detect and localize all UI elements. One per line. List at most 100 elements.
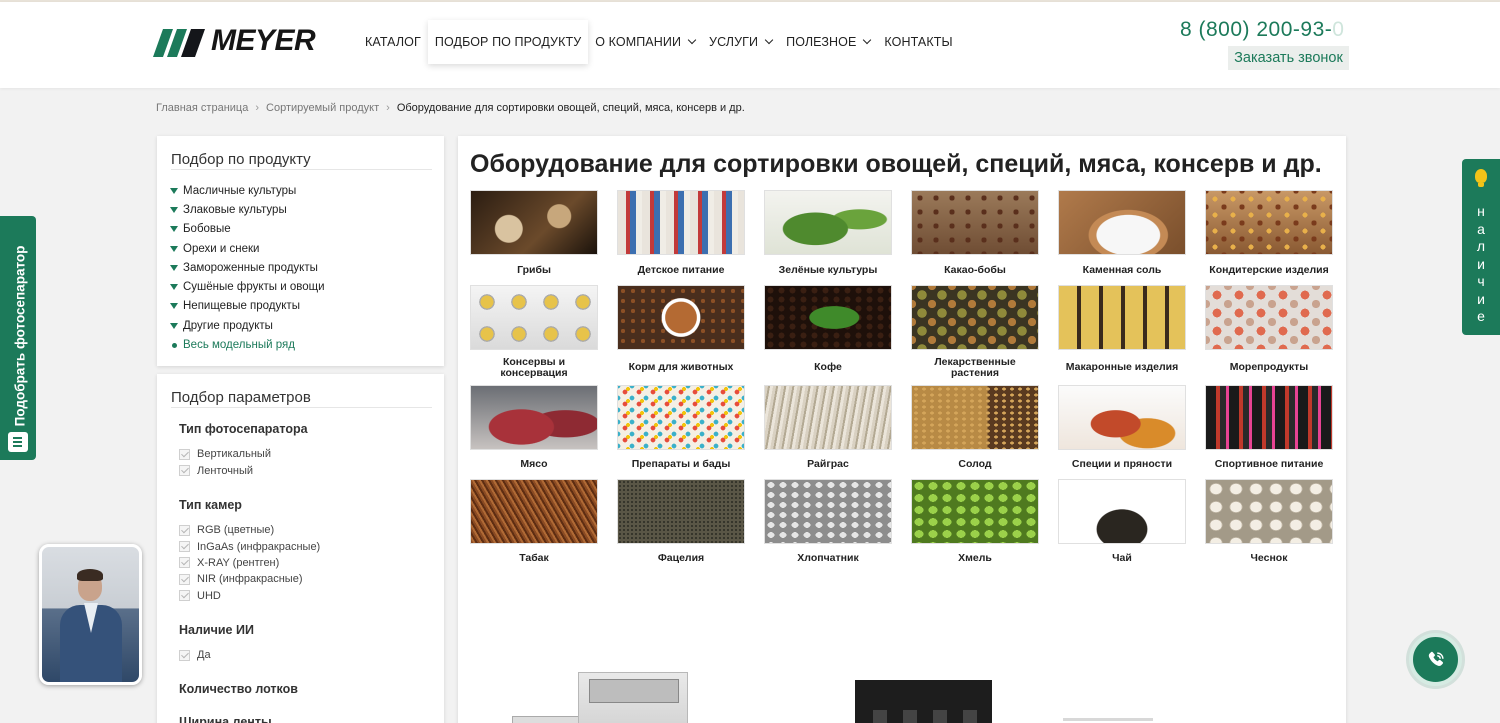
category-item[interactable]: Злаковые культуры (170, 200, 325, 219)
sorter-machine-image[interactable] (578, 672, 688, 723)
triangle-down-icon (170, 322, 178, 329)
product-label: Хлопчатник (797, 552, 859, 564)
category-label: Замороженные продукты (183, 261, 318, 274)
param-group-title: Тип камер (179, 498, 242, 512)
filter-option[interactable]: NIR (инфракрасные) (179, 571, 320, 587)
filter-option[interactable]: RGB (цветные) (179, 522, 320, 538)
lightbulb-icon (1475, 169, 1487, 187)
category-item[interactable]: Сушёные фрукты и овощи (170, 277, 325, 296)
category-item[interactable]: Непищевые продукты (170, 297, 325, 316)
checkbox[interactable] (179, 465, 190, 477)
product-tile-mushrooms[interactable]: Грибы (470, 190, 598, 285)
checkbox[interactable] (179, 649, 190, 661)
checkbox[interactable] (179, 557, 190, 569)
phone-fade: 0 (1332, 18, 1345, 41)
product-tile-rock-salt[interactable]: Каменная соль (1058, 190, 1186, 285)
checkbox[interactable] (179, 524, 190, 536)
breadcrumb-link-home[interactable]: Главная страница (156, 102, 248, 114)
param-group-title[interactable]: Ширина ленты (179, 715, 272, 723)
category-item[interactable]: Масличные культуры (170, 181, 325, 200)
category-item[interactable]: Бобовые (170, 220, 325, 239)
category-list: Масличные культуры Злаковые культуры Боб… (170, 181, 325, 355)
filter-option[interactable]: Да (179, 647, 254, 663)
sorter-machine-image[interactable] (512, 716, 582, 723)
product-label: Макаронные изделия (1065, 361, 1179, 373)
nav-contacts[interactable]: КОНТАКТЫ (877, 20, 959, 64)
checkbox[interactable] (179, 590, 190, 602)
divider (171, 407, 432, 408)
product-tile-coffee[interactable]: Кофе (764, 285, 892, 385)
product-grid: Грибы Детское питание Зелёные культуры К… (470, 190, 1333, 573)
breadcrumb: Главная страница › Сортируемый продукт ›… (156, 102, 745, 114)
product-tile-cotton[interactable]: Хлопчатник (764, 479, 892, 573)
product-tile-sports-nutrition[interactable]: Спортивное питание (1205, 385, 1333, 479)
product-tile-confectionery[interactable]: Кондитерские изделия (1205, 190, 1333, 285)
nav-product-selection[interactable]: ПОДБОР ПО ПРОДУКТУ (427, 20, 589, 64)
product-image (911, 479, 1039, 544)
product-filter-panel: Подбор по продукту Масличные культуры Зл… (157, 136, 444, 366)
filter-option[interactable]: UHD (179, 588, 320, 604)
product-image (764, 479, 892, 544)
filter-option[interactable]: X-RAY (рентген) (179, 555, 320, 571)
product-tile-seafood[interactable]: Морепродукты (1205, 285, 1333, 385)
breadcrumb-link-products[interactable]: Сортируемый продукт (266, 102, 379, 114)
filter-option[interactable]: Вертикальный (179, 446, 308, 462)
product-tile-meat[interactable]: Мясо (470, 385, 598, 479)
option-label: X-RAY (рентген) (197, 556, 280, 569)
product-tile-tea[interactable]: Чай (1058, 479, 1186, 573)
checkbox[interactable] (179, 573, 190, 585)
category-item[interactable]: Орехи и снеки (170, 239, 325, 258)
product-tile-phacelia[interactable]: Фацелия (617, 479, 745, 573)
product-image (911, 190, 1039, 255)
category-label: Масличные культуры (183, 184, 297, 197)
logo[interactable]: MEYER (153, 24, 316, 58)
product-tile-canned[interactable]: Консервы и консервация (470, 285, 598, 385)
filter-option[interactable]: Ленточный (179, 462, 308, 478)
main-content: Оборудование для сортировки овощей, спец… (458, 136, 1346, 723)
category-item[interactable]: Замороженные продукты (170, 258, 325, 277)
product-tile-medicinal-plants[interactable]: Лекарственные растения (911, 285, 1039, 385)
product-image (1205, 190, 1333, 255)
product-tile-hops[interactable]: Хмель (911, 479, 1039, 573)
nav-useful[interactable]: ПОЛЕЗНОЕ (779, 20, 877, 64)
product-tile-pet-food[interactable]: Корм для животных (617, 285, 745, 385)
site-header: MEYER КАТАЛОГ ПОДБОР ПО ПРОДУКТУ О КОМПА… (0, 2, 1500, 88)
product-tile-spices[interactable]: Специи и пряности (1058, 385, 1186, 479)
category-item[interactable]: Другие продукты (170, 316, 325, 335)
nav-about[interactable]: О КОМПАНИИ (588, 20, 702, 64)
call-button[interactable] (1409, 633, 1462, 686)
phone-number[interactable]: 8 (800) 200-93-0 (1180, 18, 1344, 42)
product-tile-pasta[interactable]: Макаронные изделия (1058, 285, 1186, 385)
availability-tab[interactable]: наличие (1462, 159, 1500, 335)
product-image (617, 385, 745, 450)
product-tile-ryegrass[interactable]: Райграс (764, 385, 892, 479)
nav-label: О КОМПАНИИ (595, 35, 682, 49)
chevron-down-icon (863, 35, 872, 45)
choose-sorter-tab[interactable]: Подобрать фотосепаратор (0, 216, 36, 460)
product-tile-garlic[interactable]: Чеснок (1205, 479, 1333, 573)
product-label: Фацелия (657, 552, 705, 564)
sorter-machine-image[interactable] (855, 680, 992, 723)
product-label: Лекарственные растения (934, 355, 1016, 379)
video-widget[interactable] (39, 544, 142, 685)
nav-catalog[interactable]: КАТАЛОГ (358, 20, 428, 64)
availability-letter: н (1477, 203, 1485, 219)
all-models-link[interactable]: Весь модельный ряд (170, 335, 325, 354)
product-tile-supplements[interactable]: Препараты и бады (617, 385, 745, 479)
product-tile-greens[interactable]: Зелёные культуры (764, 190, 892, 285)
callback-button[interactable]: Заказать звонок (1228, 46, 1349, 70)
product-tile-baby-food[interactable]: Детское питание (617, 190, 745, 285)
param-group-title[interactable]: Количество лотков (179, 682, 298, 696)
product-tile-tobacco[interactable]: Табак (470, 479, 598, 573)
product-tile-malt[interactable]: Солод (911, 385, 1039, 479)
nav-services[interactable]: УСЛУГИ (702, 20, 779, 64)
page-title: Оборудование для сортировки овощей, спец… (470, 150, 1322, 178)
checkbox[interactable] (179, 541, 190, 553)
sorter-machine-image[interactable] (1063, 718, 1153, 721)
product-image (1058, 190, 1186, 255)
checkbox[interactable] (179, 448, 190, 460)
product-image (911, 385, 1039, 450)
filter-option[interactable]: InGaAs (инфракрасные) (179, 538, 320, 554)
product-tile-cocoa[interactable]: Какао-бобы (911, 190, 1039, 285)
breadcrumb-current: Оборудование для сортировки овощей, спец… (396, 102, 745, 114)
